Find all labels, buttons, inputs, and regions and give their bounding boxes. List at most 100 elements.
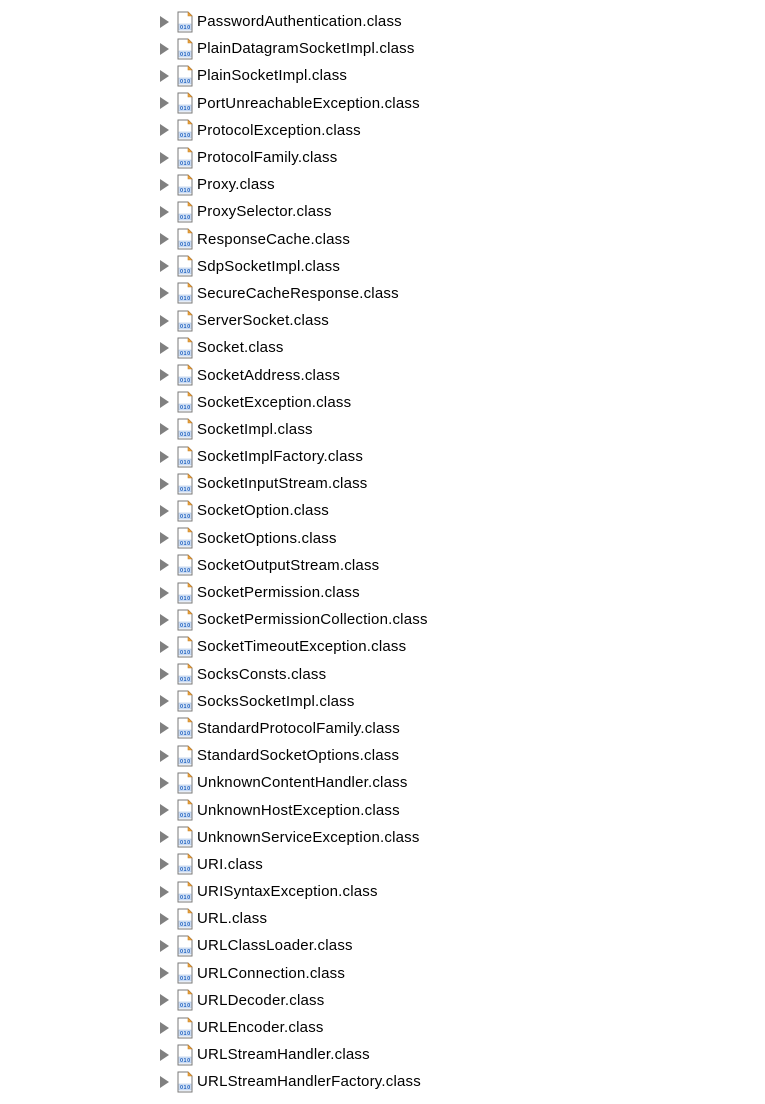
tree-row[interactable]: 010 SocketInputStream.class	[160, 470, 765, 497]
disclosure-triangle-icon[interactable]	[160, 831, 169, 843]
tree-row[interactable]: 010 SocketOption.class	[160, 497, 765, 524]
file-label: SocketInputStream.class	[197, 475, 368, 492]
file-label: ProxySelector.class	[197, 203, 332, 220]
disclosure-triangle-icon[interactable]	[160, 70, 169, 82]
disclosure-triangle-icon[interactable]	[160, 913, 169, 925]
svg-text:010: 010	[180, 623, 191, 629]
tree-row[interactable]: 010 PasswordAuthentication.class	[160, 8, 765, 35]
disclosure-triangle-icon[interactable]	[160, 396, 169, 408]
tree-row[interactable]: 010 URLEncoder.class	[160, 1014, 765, 1041]
disclosure-triangle-icon[interactable]	[160, 1022, 169, 1034]
file-label: SocketOutputStream.class	[197, 557, 379, 574]
tree-row[interactable]: 010 SocketImpl.class	[160, 416, 765, 443]
disclosure-triangle-icon[interactable]	[160, 342, 169, 354]
disclosure-triangle-icon[interactable]	[160, 369, 169, 381]
disclosure-triangle-icon[interactable]	[160, 505, 169, 517]
tree-row[interactable]: 010 URLConnection.class	[160, 960, 765, 987]
tree-row[interactable]: 010 SdpSocketImpl.class	[160, 253, 765, 280]
tree-row[interactable]: 010 SocketAddress.class	[160, 361, 765, 388]
disclosure-triangle-icon[interactable]	[160, 804, 169, 816]
class-file-icon: 010	[175, 908, 195, 930]
tree-row[interactable]: 010 URL.class	[160, 905, 765, 932]
tree-row[interactable]: 010 PlainDatagramSocketImpl.class	[160, 35, 765, 62]
disclosure-triangle-icon[interactable]	[160, 43, 169, 55]
disclosure-triangle-icon[interactable]	[160, 994, 169, 1006]
file-label: SocketPermissionCollection.class	[197, 611, 428, 628]
file-label: URLStreamHandler.class	[197, 1046, 370, 1063]
class-file-icon: 010	[175, 962, 195, 984]
disclosure-triangle-icon[interactable]	[160, 668, 169, 680]
disclosure-triangle-icon[interactable]	[160, 152, 169, 164]
disclosure-triangle-icon[interactable]	[160, 451, 169, 463]
disclosure-triangle-icon[interactable]	[160, 1076, 169, 1088]
disclosure-triangle-icon[interactable]	[160, 886, 169, 898]
disclosure-triangle-icon[interactable]	[160, 478, 169, 490]
class-file-icon: 010	[175, 554, 195, 576]
tree-row[interactable]: 010 SocketOutputStream.class	[160, 552, 765, 579]
class-file-icon: 010	[175, 609, 195, 631]
file-label: UnknownHostException.class	[197, 802, 400, 819]
disclosure-triangle-icon[interactable]	[160, 260, 169, 272]
disclosure-triangle-icon[interactable]	[160, 532, 169, 544]
tree-row[interactable]: 010 Proxy.class	[160, 171, 765, 198]
disclosure-triangle-icon[interactable]	[160, 967, 169, 979]
tree-row[interactable]: 010 ResponseCache.class	[160, 226, 765, 253]
file-label: SocketImpl.class	[197, 421, 313, 438]
disclosure-triangle-icon[interactable]	[160, 97, 169, 109]
tree-row[interactable]: 010 SocketOptions.class	[160, 525, 765, 552]
file-label: SocketOptions.class	[197, 530, 337, 547]
disclosure-triangle-icon[interactable]	[160, 206, 169, 218]
tree-row[interactable]: 010 ProtocolFamily.class	[160, 144, 765, 171]
disclosure-triangle-icon[interactable]	[160, 641, 169, 653]
tree-row[interactable]: 010 SocksSocketImpl.class	[160, 688, 765, 715]
tree-row[interactable]: 010 ServerSocket.class	[160, 307, 765, 334]
file-label: URLClassLoader.class	[197, 937, 353, 954]
tree-row[interactable]: 010 URLDecoder.class	[160, 987, 765, 1014]
disclosure-triangle-icon[interactable]	[160, 1049, 169, 1061]
tree-row[interactable]: 010 URLStreamHandler.class	[160, 1041, 765, 1068]
disclosure-triangle-icon[interactable]	[160, 587, 169, 599]
disclosure-triangle-icon[interactable]	[160, 940, 169, 952]
class-file-icon: 010	[175, 527, 195, 549]
file-label: URL.class	[197, 910, 267, 927]
file-label: SocketImplFactory.class	[197, 448, 363, 465]
disclosure-triangle-icon[interactable]	[160, 750, 169, 762]
tree-row[interactable]: 010 PortUnreachableException.class	[160, 90, 765, 117]
disclosure-triangle-icon[interactable]	[160, 124, 169, 136]
disclosure-triangle-icon[interactable]	[160, 858, 169, 870]
tree-row[interactable]: 010 UnknownHostException.class	[160, 796, 765, 823]
tree-row[interactable]: 010 StandardProtocolFamily.class	[160, 715, 765, 742]
file-label: PasswordAuthentication.class	[197, 13, 402, 30]
disclosure-triangle-icon[interactable]	[160, 559, 169, 571]
tree-row[interactable]: 010 SocketTimeoutException.class	[160, 633, 765, 660]
tree-row[interactable]: 010 URISyntaxException.class	[160, 878, 765, 905]
disclosure-triangle-icon[interactable]	[160, 695, 169, 707]
tree-row[interactable]: 010 PlainSocketImpl.class	[160, 62, 765, 89]
disclosure-triangle-icon[interactable]	[160, 423, 169, 435]
svg-text:010: 010	[180, 541, 191, 547]
tree-row[interactable]: 010 URI.class	[160, 851, 765, 878]
tree-row[interactable]: 010 SocketImplFactory.class	[160, 443, 765, 470]
disclosure-triangle-icon[interactable]	[160, 287, 169, 299]
tree-row[interactable]: 010 SocksConsts.class	[160, 661, 765, 688]
tree-row[interactable]: 010 URLStreamHandlerFactory.class	[160, 1068, 765, 1095]
tree-row[interactable]: 010 ProxySelector.class	[160, 198, 765, 225]
disclosure-triangle-icon[interactable]	[160, 179, 169, 191]
tree-row[interactable]: 010 SecureCacheResponse.class	[160, 280, 765, 307]
tree-row[interactable]: 010 UnknownServiceException.class	[160, 824, 765, 851]
tree-row[interactable]: 010 StandardSocketOptions.class	[160, 742, 765, 769]
tree-row[interactable]: 010 UnknownContentHandler.class	[160, 769, 765, 796]
disclosure-triangle-icon[interactable]	[160, 777, 169, 789]
file-label: URISyntaxException.class	[197, 883, 378, 900]
disclosure-triangle-icon[interactable]	[160, 315, 169, 327]
tree-row[interactable]: 010 SocketPermissionCollection.class	[160, 606, 765, 633]
disclosure-triangle-icon[interactable]	[160, 233, 169, 245]
tree-row[interactable]: 010 Socket.class	[160, 334, 765, 361]
tree-row[interactable]: 010 SocketException.class	[160, 389, 765, 416]
tree-row[interactable]: 010 ProtocolException.class	[160, 117, 765, 144]
disclosure-triangle-icon[interactable]	[160, 16, 169, 28]
tree-row[interactable]: 010 SocketPermission.class	[160, 579, 765, 606]
disclosure-triangle-icon[interactable]	[160, 614, 169, 626]
disclosure-triangle-icon[interactable]	[160, 722, 169, 734]
tree-row[interactable]: 010 URLClassLoader.class	[160, 932, 765, 959]
